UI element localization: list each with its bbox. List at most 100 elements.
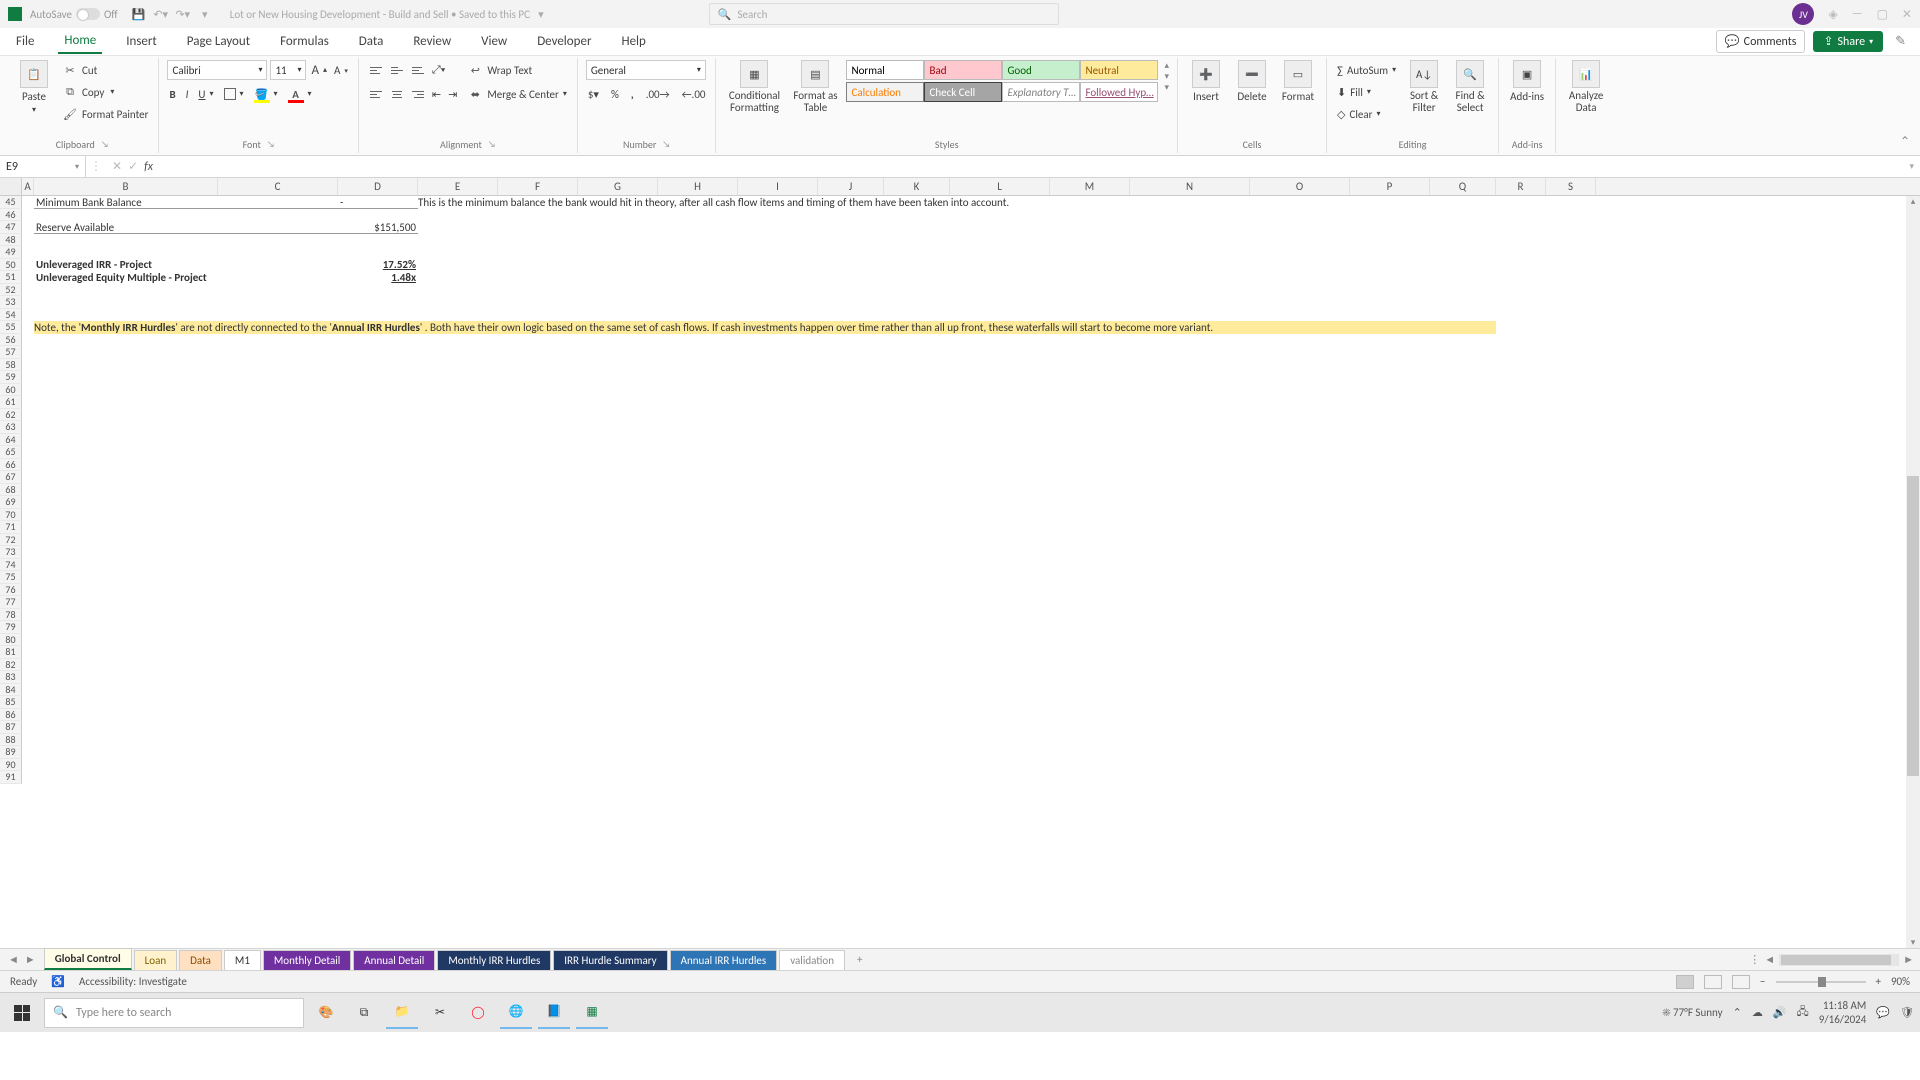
decrease-indent-button[interactable]: ⇤ bbox=[430, 84, 443, 104]
row-header-73[interactable]: 73 bbox=[0, 546, 22, 559]
cell-style-checkcell[interactable]: Check Cell bbox=[924, 82, 1002, 102]
row-header-51[interactable]: 51 bbox=[0, 271, 22, 284]
align-right-button[interactable] bbox=[409, 86, 427, 102]
cell-style-calculation[interactable]: Calculation bbox=[846, 82, 924, 102]
ribbon-tab-developer[interactable]: Developer bbox=[531, 30, 597, 53]
ribbon-tab-review[interactable]: Review bbox=[407, 30, 457, 53]
gallery-down-icon[interactable]: ▾ bbox=[1164, 71, 1169, 82]
dialog-launcher-icon[interactable]: ↘ bbox=[488, 139, 496, 150]
column-header-P[interactable]: P bbox=[1350, 178, 1430, 195]
redo-icon[interactable]: ↷▾ bbox=[174, 5, 192, 23]
taskbar-app-1[interactable]: 🎨 bbox=[310, 997, 342, 1029]
tray-chevron-icon[interactable]: ⌃ bbox=[1733, 1006, 1742, 1019]
weather-widget[interactable]: ☀ 77°F Sunny bbox=[1662, 1006, 1722, 1019]
enter-formula-icon[interactable]: ✓ bbox=[128, 159, 138, 174]
orientation-button[interactable]: ⤢▾ bbox=[430, 60, 447, 80]
gallery-more-icon[interactable]: ▾ bbox=[1164, 82, 1169, 93]
sheet-tab-global-control[interactable]: Global Control bbox=[44, 948, 132, 970]
align-middle-button[interactable] bbox=[388, 62, 406, 78]
zoom-level[interactable]: 90% bbox=[1891, 975, 1910, 988]
fill-color-button[interactable]: 🪣▾ bbox=[252, 84, 280, 104]
user-avatar[interactable]: JV bbox=[1792, 3, 1814, 25]
select-all-corner[interactable] bbox=[0, 178, 22, 195]
font-size-select[interactable]: 11▾ bbox=[270, 60, 306, 80]
align-bottom-button[interactable] bbox=[409, 62, 427, 78]
collapse-ribbon-icon[interactable]: ⌃ bbox=[1900, 134, 1910, 149]
merge-center-button[interactable]: ⬌Merge & Center▾ bbox=[465, 84, 569, 104]
ribbon-tab-view[interactable]: View bbox=[475, 30, 513, 53]
column-header-L[interactable]: L bbox=[950, 178, 1050, 195]
addins-button[interactable]: ▣Add-ins bbox=[1507, 60, 1547, 103]
column-header-R[interactable]: R bbox=[1496, 178, 1546, 195]
align-top-button[interactable] bbox=[367, 62, 385, 78]
mode-switch-icon[interactable]: ✎ bbox=[1891, 34, 1910, 49]
taskbar-search[interactable]: 🔍Type here to search bbox=[44, 998, 304, 1028]
row-header-81[interactable]: 81 bbox=[0, 646, 22, 659]
number-format-select[interactable]: General▾ bbox=[586, 60, 706, 80]
undo-icon[interactable]: ↶▾ bbox=[152, 5, 170, 23]
sheet-nav-next-icon[interactable]: ► bbox=[25, 953, 36, 966]
sheet-tab-data[interactable]: Data bbox=[179, 950, 222, 970]
clock[interactable]: 11:18 AM 9/16/2024 bbox=[1819, 999, 1867, 1025]
title-dropdown-icon[interactable]: ▾ bbox=[532, 5, 550, 23]
row-header-49[interactable]: 49 bbox=[0, 246, 22, 259]
row-header-53[interactable]: 53 bbox=[0, 296, 22, 309]
decrease-font-button[interactable]: A▾ bbox=[332, 60, 350, 80]
row-header-91[interactable]: 91 bbox=[0, 771, 22, 784]
dialog-launcher-icon[interactable]: ↘ bbox=[662, 139, 670, 150]
page-break-view-button[interactable] bbox=[1732, 975, 1750, 989]
row-header-83[interactable]: 83 bbox=[0, 671, 22, 684]
row-header-69[interactable]: 69 bbox=[0, 496, 22, 509]
column-header-F[interactable]: F bbox=[498, 178, 578, 195]
column-header-Q[interactable]: Q bbox=[1430, 178, 1496, 195]
row-header-61[interactable]: 61 bbox=[0, 396, 22, 409]
sheet-nav-prev-icon[interactable]: ◄ bbox=[8, 953, 19, 966]
conditional-formatting-button[interactable]: ▦Conditional Formatting bbox=[724, 60, 784, 114]
column-header-K[interactable]: K bbox=[884, 178, 950, 195]
row-header-85[interactable]: 85 bbox=[0, 696, 22, 709]
cut-button[interactable]: ✂Cut bbox=[60, 60, 99, 80]
increase-font-button[interactable]: A▴ bbox=[309, 60, 329, 80]
maximize-icon[interactable]: ▢ bbox=[1877, 7, 1888, 22]
scroll-thumb[interactable] bbox=[1907, 476, 1919, 776]
name-box[interactable]: E9▾ bbox=[0, 156, 86, 177]
vertical-scrollbar[interactable]: ▴ ▾ bbox=[1906, 196, 1920, 948]
tab-options-icon[interactable]: ⋮ bbox=[1749, 953, 1760, 966]
accounting-button[interactable]: $▾ bbox=[586, 84, 601, 104]
column-header-A[interactable]: A bbox=[22, 178, 34, 195]
underline-button[interactable]: U▾ bbox=[196, 84, 215, 104]
accessibility-icon[interactable]: ♿ bbox=[51, 975, 65, 988]
hscroll-thumb[interactable] bbox=[1781, 955, 1891, 965]
dialog-launcher-icon[interactable]: ↘ bbox=[101, 139, 109, 150]
column-header-N[interactable]: N bbox=[1130, 178, 1250, 195]
ribbon-tab-data[interactable]: Data bbox=[353, 30, 390, 53]
normal-view-button[interactable] bbox=[1676, 975, 1694, 989]
autosum-button[interactable]: ∑AutoSum▾ bbox=[1335, 60, 1398, 80]
font-color-button[interactable]: A▾ bbox=[286, 84, 314, 104]
analyze-data-button[interactable]: 📊Analyze Data bbox=[1564, 60, 1608, 114]
column-header-I[interactable]: I bbox=[738, 178, 818, 195]
sheet-tab-irr-hurdle-summary[interactable]: IRR Hurdle Summary bbox=[553, 950, 667, 970]
bold-button[interactable]: B bbox=[167, 84, 177, 104]
cancel-formula-icon[interactable]: ✕ bbox=[112, 159, 122, 174]
row-header-63[interactable]: 63 bbox=[0, 421, 22, 434]
percent-button[interactable]: % bbox=[609, 84, 621, 104]
qat-dropdown-icon[interactable]: ▾ bbox=[196, 5, 214, 23]
horizontal-scrollbar[interactable] bbox=[1779, 954, 1899, 966]
cell-style-bad[interactable]: Bad bbox=[924, 60, 1002, 80]
sort-filter-button[interactable]: A↓Sort & Filter bbox=[1404, 60, 1444, 114]
fx-icon[interactable]: fx bbox=[144, 160, 153, 174]
cell-style-followedhyp[interactable]: Followed Hyp… bbox=[1080, 82, 1158, 102]
zoom-slider[interactable] bbox=[1776, 981, 1866, 983]
ribbon-tab-insert[interactable]: Insert bbox=[120, 30, 163, 53]
app-icon[interactable]: 📘 bbox=[538, 997, 570, 1029]
zoom-out-button[interactable]: − bbox=[1760, 975, 1765, 988]
increase-decimal-button[interactable]: .00→ bbox=[644, 84, 672, 104]
sheet-tab-monthly-detail[interactable]: Monthly Detail bbox=[263, 950, 351, 970]
row-header-79[interactable]: 79 bbox=[0, 621, 22, 634]
format-painter-button[interactable]: 🖌Format Painter bbox=[60, 104, 150, 124]
cell-styles-gallery[interactable]: NormalBadGoodNeutralCalculationCheck Cel… bbox=[846, 60, 1158, 102]
comma-button[interactable]: , bbox=[629, 84, 636, 104]
cell-style-neutral[interactable]: Neutral bbox=[1080, 60, 1158, 80]
expand-formula-bar-icon[interactable]: ▾ bbox=[1903, 161, 1920, 172]
